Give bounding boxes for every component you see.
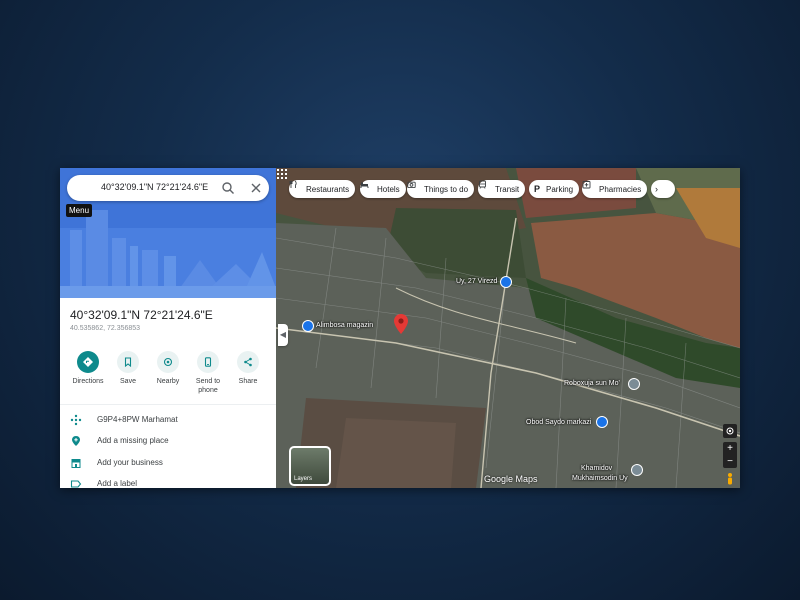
pegman-icon <box>728 473 732 485</box>
transit-poi-marker[interactable] <box>500 276 512 288</box>
business-icon <box>71 459 81 468</box>
nearby-icon <box>163 357 173 367</box>
zoom-in-button[interactable]: + <box>723 442 737 455</box>
share-icon <box>244 357 252 367</box>
directions-icon <box>83 357 93 367</box>
chip-pharmacies-label: Pharmacies <box>599 184 642 194</box>
add-business-row[interactable]: Add your business <box>70 456 270 470</box>
directions-label: Directions <box>72 378 104 385</box>
panel-divider <box>60 404 276 405</box>
plus-code-row[interactable]: G9P4+8PW Marhamat <box>70 413 270 427</box>
chip-things-to-do[interactable]: Things to do <box>407 180 475 198</box>
search-icon[interactable] <box>221 181 235 195</box>
chip-transit[interactable]: Transit <box>478 180 526 198</box>
chip-restaurants-label: Restaurants <box>306 184 350 194</box>
add-label-row[interactable]: Add a label <box>70 477 270 488</box>
transit-icon <box>479 180 492 194</box>
place-poi-marker-2[interactable] <box>631 464 643 476</box>
zoom-out-button[interactable]: − <box>723 455 737 468</box>
chip-hotels-label: Hotels <box>377 184 400 194</box>
apps-grid-icon[interactable] <box>276 168 288 180</box>
share-button[interactable]: Share <box>228 351 268 386</box>
restaurant-icon <box>289 180 303 194</box>
add-missing-place-row[interactable]: Add a missing place <box>70 434 270 448</box>
chevron-right-icon: › <box>655 184 658 194</box>
chip-things-to-do-label: Things to do <box>424 184 469 194</box>
google-maps-logo: Google Maps <box>484 474 538 484</box>
directions-button[interactable]: Directions <box>68 351 108 386</box>
label-icon <box>70 480 82 488</box>
layers-label: Layers <box>294 476 313 482</box>
satellite-map[interactable]: Restaurants Hotels Things to do Transit … <box>276 168 740 488</box>
place-coordinates: 40.535862, 72.356853 <box>70 325 141 332</box>
place-poi-marker-1[interactable] <box>628 378 640 390</box>
chip-restaurants[interactable]: Restaurants <box>289 180 356 198</box>
search-input[interactable]: 40°32'09.1"N 72°21'24.6"E <box>101 182 208 192</box>
chip-hotels[interactable]: Hotels <box>360 180 406 198</box>
place-title: 40°32'09.1"N 72°21'24.6"E <box>70 308 213 322</box>
share-label: Share <box>238 378 258 385</box>
add-missing-place-text: Add a missing place <box>97 436 169 445</box>
zoom-controls: + − <box>723 442 737 468</box>
plus-code-icon <box>70 414 82 426</box>
camera-icon <box>407 181 421 194</box>
plus-code-text: G9P4+8PW Marhamat <box>97 415 178 424</box>
close-icon[interactable] <box>249 181 263 195</box>
place-panel: 40°32'09.1"N 72°21'24.6"E Menu 40°32'09.… <box>60 168 276 488</box>
bookmark-icon <box>124 357 132 367</box>
save-button[interactable]: Save <box>108 351 148 386</box>
location-pin-icon[interactable] <box>394 314 408 334</box>
search-box[interactable]: 40°32'09.1"N 72°21'24.6"E <box>67 175 269 201</box>
maps-window: 40°32'09.1"N 72°21'24.6"E Menu 40°32'09.… <box>60 168 740 488</box>
map-label-6[interactable]: Mukhaimsodin Uy <box>572 475 628 482</box>
layers-button[interactable]: Layers <box>289 446 331 486</box>
action-bar: Directions Save Nearby Send to phone Sha… <box>66 351 272 401</box>
send-to-phone-label: Send to phone <box>195 378 221 394</box>
add-label-text: Add a label <box>97 479 138 488</box>
save-label: Save <box>120 378 136 385</box>
shop-poi-marker-2[interactable] <box>596 416 608 428</box>
nearby-button[interactable]: Nearby <box>148 351 188 386</box>
parking-icon: P <box>534 183 541 194</box>
shop-poi-marker[interactable] <box>302 320 314 332</box>
hotel-icon <box>360 182 374 194</box>
map-label-1[interactable]: Uy, 27 Virezd <box>456 278 497 285</box>
add-place-icon <box>72 436 80 446</box>
pharmacy-icon <box>582 181 596 194</box>
send-to-phone-button[interactable]: Send to phone <box>188 351 228 395</box>
chips-more-button[interactable]: › <box>651 180 675 198</box>
add-business-text: Add your business <box>97 458 163 467</box>
map-label-5[interactable]: Khamidov <box>581 465 612 472</box>
chip-transit-label: Transit <box>495 184 520 194</box>
chip-parking-label: Parking <box>546 184 574 194</box>
street-view-button[interactable] <box>723 472 737 486</box>
chevron-left-icon: ◀ <box>279 330 287 339</box>
menu-tooltip: Menu <box>66 204 93 217</box>
nearby-label: Nearby <box>156 378 180 385</box>
map-label-3[interactable]: Roboxuja sun Mo' <box>564 380 620 387</box>
phone-icon <box>204 357 212 367</box>
map-label-2[interactable]: Alimbosa magazin <box>316 322 373 329</box>
my-location-button[interactable] <box>723 424 737 438</box>
chip-parking[interactable]: P Parking <box>529 180 580 198</box>
chip-pharmacies[interactable]: Pharmacies <box>582 180 648 198</box>
collapse-panel-button[interactable]: ◀ <box>278 324 288 346</box>
my-location-icon <box>726 427 734 435</box>
map-label-4[interactable]: Obod Saydo markazi <box>526 419 591 426</box>
